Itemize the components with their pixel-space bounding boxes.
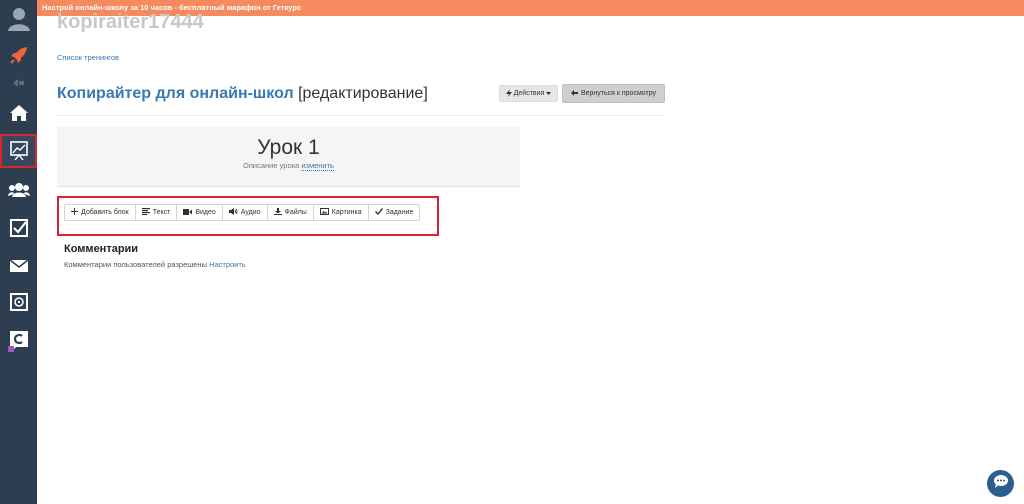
files-block-button[interactable]: Файлы [268,205,314,220]
caret-down-icon [546,90,552,97]
back-to-view-label: Вернуться к просмотру [580,90,657,97]
safe-icon [9,292,29,312]
lightning-icon [505,88,512,99]
arrow-left-icon [570,89,578,98]
sidebar [0,0,37,504]
training-title-link[interactable]: Копирайтер для онлайн-школ [57,85,294,102]
text-block-button[interactable]: Текст [136,205,178,220]
text-lines-icon [141,208,150,217]
getcourse-logo-icon [7,329,30,353]
envelope-icon [9,259,29,273]
files-block-label: Файлы [284,209,307,216]
edit-description-link[interactable]: изменить [301,161,334,171]
sidebar-item-tasks[interactable] [0,213,37,243]
picture-icon [319,208,329,217]
lesson-description-label: Описание урока [243,161,300,170]
comments-heading: Комментарии [64,243,139,255]
sidebar-item-getcourse[interactable] [0,325,37,357]
lesson-title: Урок 1 [257,136,320,159]
sidebar-item-sales[interactable] [0,288,37,316]
actions-label: Действия [513,90,545,97]
users-icon [7,182,30,198]
sidebar-item-users[interactable] [0,176,37,204]
page-title: Копирайтер для онлайн-школ [редактирован… [57,85,428,103]
sidebar-item-trainings[interactable] [0,134,37,168]
lesson-description: Описание урока изменить [57,161,520,171]
training-board-icon [9,141,29,161]
sidebar-item-launch[interactable] [0,40,37,70]
sidebar-item-home[interactable] [0,98,37,128]
breadcrumb-trainings-link[interactable]: Список тренингов [57,53,119,62]
lesson-header: Урок 1 Описание урока изменить [57,127,520,187]
block-toolbar: Добавить блок Текст Видео Аудио Файлы Ка… [64,204,421,221]
volume-icon [228,208,238,217]
audio-block-button[interactable]: Аудио [223,205,268,220]
audio-block-label: Аудио [240,209,261,216]
video-block-label: Видео [195,209,216,216]
comments-status: Комментарии пользователей разрешены Наст… [64,260,246,269]
assignment-block-label: Задание [385,209,414,216]
account-username: kopiraiter17444 [57,11,204,33]
sidebar-collapse-button[interactable] [0,76,37,90]
add-block-button[interactable]: Добавить блок [65,205,136,220]
video-block-button[interactable]: Видео [177,205,223,220]
video-camera-icon [183,208,193,217]
download-icon [273,208,282,217]
configure-comments-link[interactable]: Настроить [209,260,246,269]
sidebar-item-messages[interactable] [0,252,37,280]
plus-icon [71,208,78,217]
text-block-label: Текст [152,209,171,216]
assignment-block-button[interactable]: Задание [369,205,420,220]
checkbox-icon [9,218,29,238]
user-avatar-icon [7,6,31,32]
header-divider [57,115,664,116]
edit-mode-label: [редактирование] [298,85,428,102]
picture-block-button[interactable]: Картинка [314,205,369,220]
back-to-view-button[interactable]: Вернуться к просмотру [562,84,665,103]
actions-dropdown-button[interactable]: Действия [499,85,558,102]
comments-status-text: Комментарии пользователей разрешены [64,260,207,269]
collapse-arrow-icon [12,79,25,87]
add-block-label: Добавить блок [81,209,129,216]
rocket-icon [9,45,29,65]
chat-bubble-icon [993,474,1008,493]
home-icon [9,104,29,122]
sidebar-item-profile[interactable] [0,2,37,36]
chat-widget-button[interactable] [987,470,1014,497]
check-icon [374,208,383,217]
picture-block-label: Картинка [331,209,362,216]
